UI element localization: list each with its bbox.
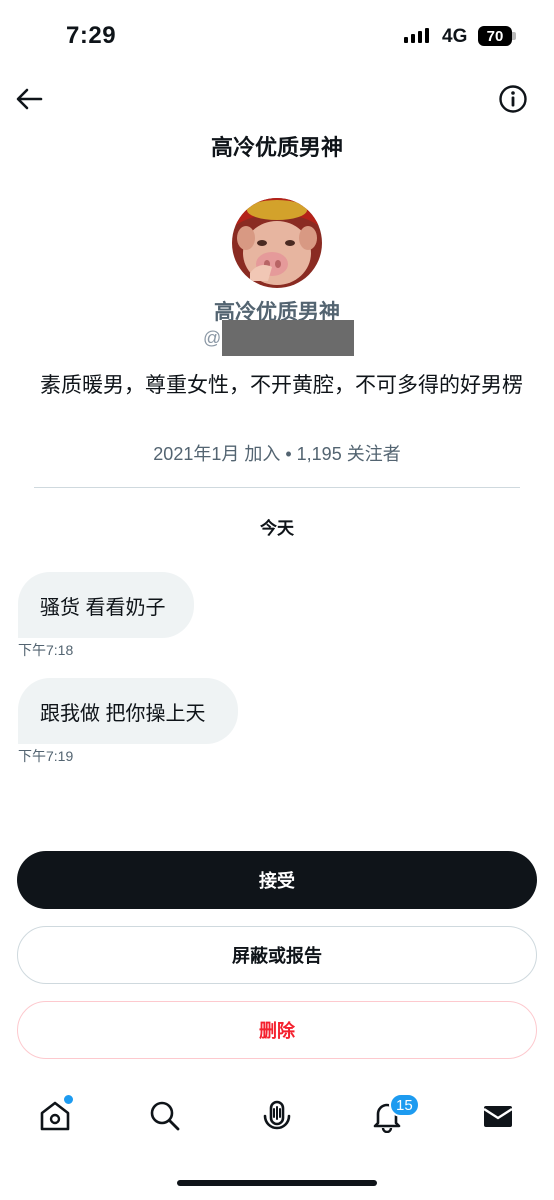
signal-icon [404,28,429,43]
nav-spaces[interactable] [256,1095,298,1137]
info-icon [499,85,527,113]
accept-button[interactable]: 接受 [17,851,537,909]
profile-bio: 素质暖男，尊重女性，不开黄腔，不可多得的好男楞 [40,374,523,397]
divider [34,487,520,488]
page-title: 高冷优质男神 [210,135,343,160]
messages-icon [483,1106,513,1127]
notifications-badge: 15 [389,1093,420,1117]
profile-handle-prefix: @ [203,328,222,348]
arrow-left-icon [16,88,43,110]
day-separator: 今天 [260,519,294,538]
message-time: 下午7:19 [18,748,74,764]
battery-level: 70 [486,27,504,45]
info-button[interactable] [496,82,530,116]
network-type: 4G [442,26,468,47]
battery-icon: 70 [478,26,512,46]
avatar-image [232,198,322,288]
home-indicator [177,1180,377,1186]
message-text: 骚货 看看奶子 [40,596,166,619]
search-icon [150,1101,180,1131]
message-bubble[interactable]: 跟我做 把你操上天 [18,678,238,744]
redacted-handle [222,320,354,356]
block-report-button[interactable]: 屏蔽或报告 [17,926,537,984]
nav-messages[interactable] [477,1095,519,1137]
delete-button[interactable]: 删除 [17,1001,537,1059]
avatar[interactable] [232,198,322,288]
message-text: 跟我做 把你操上天 [40,702,206,725]
spaces-icon [263,1100,291,1130]
nav-search[interactable] [144,1095,186,1137]
message-time: 下午7:18 [18,642,74,658]
status-time: 7:29 [66,22,117,49]
home-notification-dot [62,1093,75,1106]
profile-meta: 2021年1月 加入 • 1,195 关注者 [153,444,401,464]
message-bubble[interactable]: 骚货 看看奶子 [18,572,194,638]
back-button[interactable] [12,82,46,116]
battery-tip [512,32,516,40]
